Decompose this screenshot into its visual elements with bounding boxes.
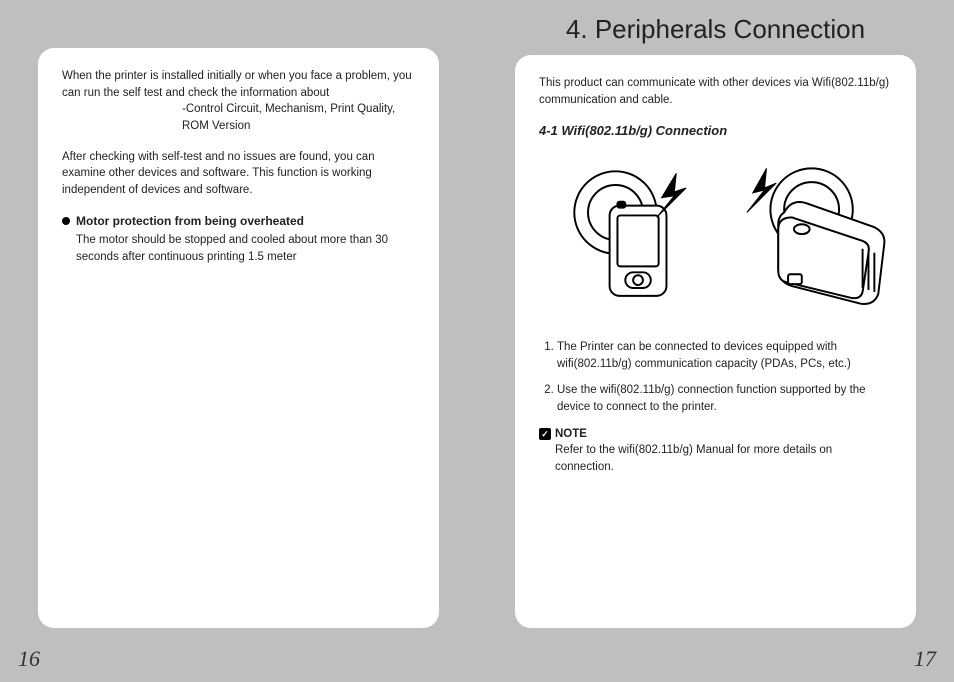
chapter-title: 4. Peripherals Connection xyxy=(566,14,865,45)
bullet-icon xyxy=(62,217,70,225)
list-item: Use the wifi(802.11b/g) connection funct… xyxy=(557,382,892,415)
page-number-left: 16 xyxy=(18,646,40,672)
note-label: NOTE xyxy=(555,426,587,443)
wifi-connection-illustration xyxy=(539,157,892,317)
page-number-right: 17 xyxy=(914,646,936,672)
page-content-left: When the printer is installed initially … xyxy=(38,48,439,628)
page-content-right: This product can communicate with other … xyxy=(515,55,916,628)
intro-text: This product can communicate with other … xyxy=(539,75,892,108)
bullet-body: The motor should be stopped and cooled a… xyxy=(62,232,415,265)
p1-text: When the printer is installed initially … xyxy=(62,70,412,99)
section-subtitle: 4-1 Wifi(802.11b/g) Connection xyxy=(539,122,892,141)
list-item: The Printer can be connected to devices … xyxy=(557,339,892,372)
manual-page-right: 4. Peripherals Connection This product c… xyxy=(477,0,954,682)
p1-sub: -Control Circuit, Mechanism, Print Quali… xyxy=(62,101,415,134)
p2-text: After checking with self-test and no iss… xyxy=(62,149,415,199)
note-check-icon: ✓ xyxy=(539,428,551,440)
instruction-list: The Printer can be connected to devices … xyxy=(539,339,892,416)
bullet-title: Motor protection from being overheated xyxy=(76,213,304,230)
note-body: Refer to the wifi(802.11b/g) Manual for … xyxy=(539,442,892,475)
manual-page-left: When the printer is installed initially … xyxy=(0,0,477,682)
